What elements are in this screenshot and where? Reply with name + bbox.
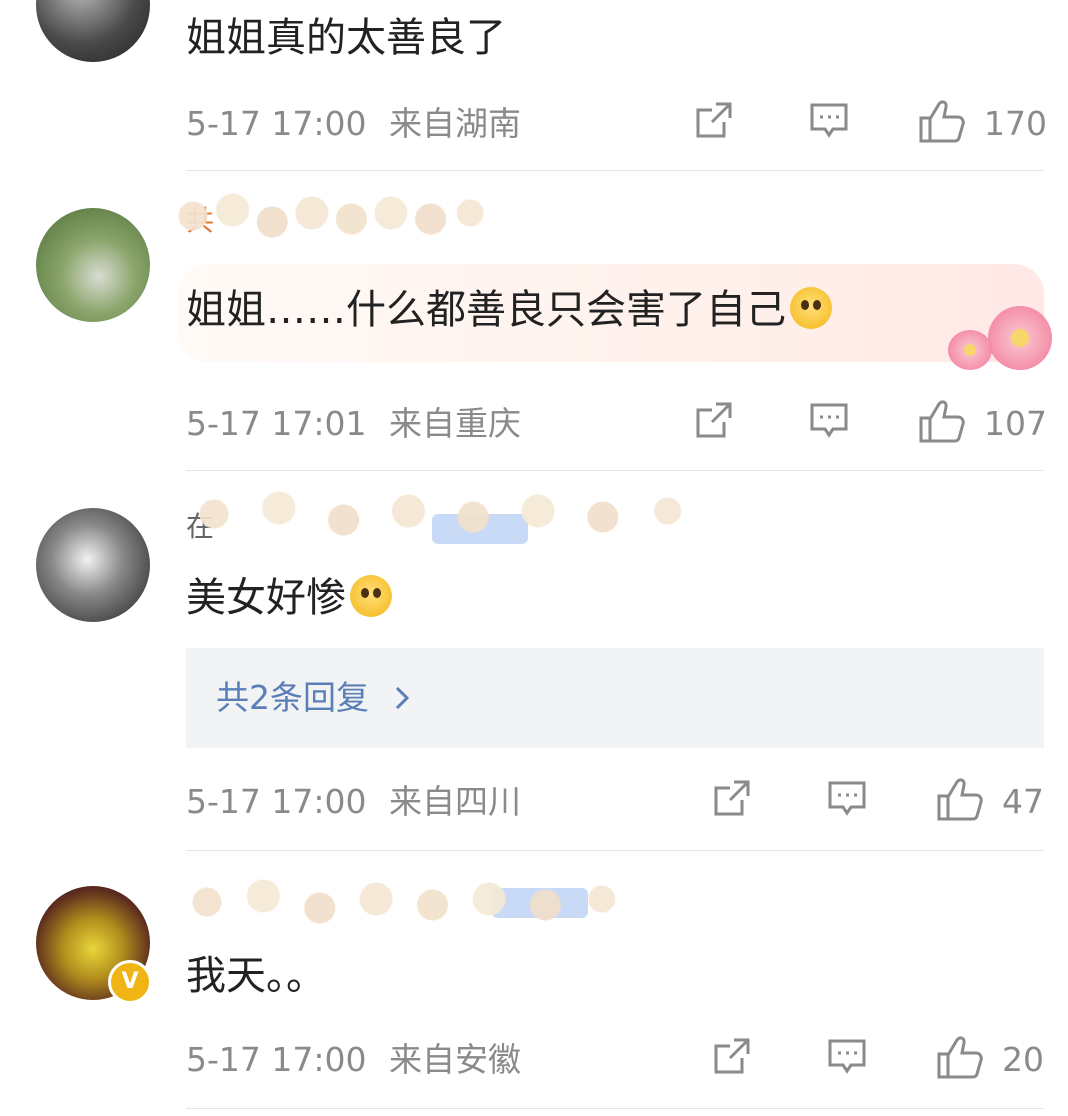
thumbs-up-icon[interactable] (936, 1034, 984, 1079)
comment-meta: 5-17 17:00 来自湖南 (186, 104, 521, 144)
flushed-face-icon (350, 575, 392, 617)
view-replies-link[interactable]: 共2条回复 (216, 678, 410, 720)
comment-time: 5-17 17:01 (186, 404, 367, 443)
comment-text: 我天。。 (186, 953, 326, 999)
flower-decoration (988, 306, 1052, 370)
share-icon[interactable] (694, 100, 734, 144)
like-count: 170 (984, 104, 1047, 143)
divider (186, 470, 1044, 471)
comment-text: 姐姐真的太善良了 (186, 15, 506, 61)
comment-meta: 5-17 17:00 来自四川 (186, 782, 521, 822)
comment-icon[interactable] (826, 778, 868, 822)
like-count: 107 (984, 404, 1047, 443)
chevron-right-icon (394, 680, 410, 720)
share-icon[interactable] (694, 400, 734, 444)
verified-badge-icon: V (108, 960, 152, 1004)
thumbs-up-icon[interactable] (918, 398, 966, 443)
comment-meta: 5-17 17:00 来自安徽 (186, 1040, 521, 1080)
divider (186, 850, 1044, 851)
comment-location: 来自四川 (389, 782, 521, 821)
comment-location: 来自安徽 (389, 1040, 521, 1079)
like-count: 20 (1002, 1040, 1044, 1079)
avatar[interactable] (36, 0, 150, 62)
comment-meta: 5-17 17:01 来自重庆 (186, 404, 521, 444)
comment-time: 5-17 17:00 (186, 1040, 367, 1079)
divider (186, 170, 1044, 171)
username-sticker-overlay (160, 186, 490, 246)
share-icon[interactable] (712, 1036, 752, 1080)
comment-time: 5-17 17:00 (186, 782, 367, 821)
comment-text: 姐姐……什么都善良只会害了自己 (186, 280, 832, 340)
username-sticker-overlay (160, 484, 700, 544)
flushed-face-icon (790, 287, 832, 329)
divider (186, 1108, 1044, 1109)
comment-location: 来自湖南 (389, 104, 521, 143)
replies-box[interactable]: 共2条回复 (186, 648, 1044, 748)
thumbs-up-icon[interactable] (918, 98, 966, 143)
share-icon[interactable] (712, 778, 752, 822)
comment-icon[interactable] (826, 1036, 868, 1080)
comment-time: 5-17 17:00 (186, 104, 367, 143)
avatar[interactable] (36, 508, 150, 622)
comment-location: 来自重庆 (389, 404, 521, 443)
like-count: 47 (1002, 782, 1044, 821)
avatar[interactable] (36, 208, 150, 322)
comment-icon[interactable] (808, 400, 850, 444)
comment-icon[interactable] (808, 100, 850, 144)
thumbs-up-icon[interactable] (936, 776, 984, 821)
username-sticker-overlay (160, 872, 630, 932)
flower-decoration (948, 330, 992, 370)
comment-text: 美女好惨 (186, 568, 392, 628)
